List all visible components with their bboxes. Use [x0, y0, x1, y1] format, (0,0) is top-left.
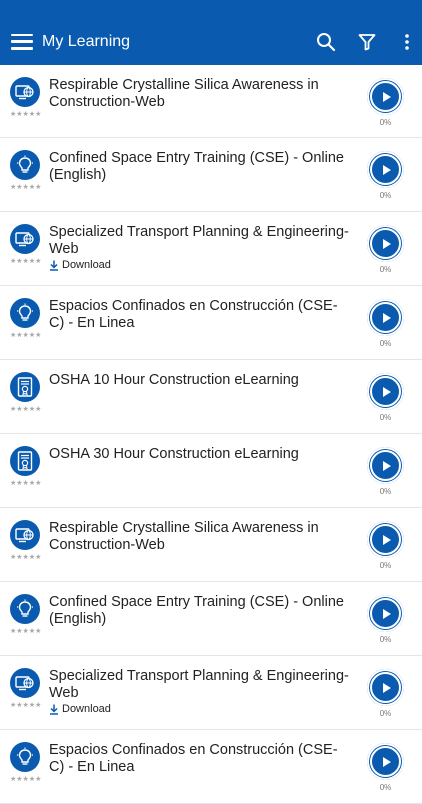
play-icon: [370, 450, 401, 481]
download-link[interactable]: Download: [49, 259, 111, 271]
download-icon: [50, 260, 58, 271]
rating-stars: ★★★★★: [10, 776, 42, 783]
rating-stars: ★★★★★: [10, 628, 42, 635]
course-title[interactable]: Espacios Confinados en Construcción (CSE…: [49, 298, 349, 332]
lightbulb-icon: [10, 742, 40, 772]
play-button[interactable]: [367, 373, 404, 410]
course-title[interactable]: OSHA 10 Hour Construction eLearning: [49, 372, 349, 389]
app-bar: My Learning: [0, 18, 422, 65]
course-title[interactable]: Espacios Confinados en Construcción (CSE…: [49, 742, 349, 776]
status-bar: [0, 0, 422, 18]
progress-percent: 0%: [379, 487, 392, 496]
course-list: ★★★★★ Respirable Crystalline Silica Awar…: [0, 65, 422, 804]
play-icon: [370, 154, 401, 185]
play-icon: [370, 302, 401, 333]
download-link[interactable]: Download: [49, 703, 111, 715]
play-button[interactable]: [367, 299, 404, 336]
progress-percent: 0%: [379, 339, 392, 348]
rating-stars: ★★★★★: [10, 554, 42, 561]
course-row[interactable]: ★★★★★ Espacios Confinados en Construcció…: [0, 286, 422, 360]
lightbulb-icon: [10, 298, 40, 328]
app-bar-actions: [312, 28, 422, 56]
course-title[interactable]: Specialized Transport Planning & Enginee…: [49, 224, 349, 258]
rating-stars: ★★★★★: [10, 332, 42, 339]
download-icon: [50, 704, 58, 715]
play-icon: [370, 524, 401, 555]
course-title[interactable]: Respirable Crystalline Silica Awareness …: [49, 77, 349, 111]
progress-percent: 0%: [379, 191, 392, 200]
play-button[interactable]: [367, 151, 404, 188]
play-button[interactable]: [367, 669, 404, 706]
progress-percent: 0%: [379, 413, 392, 422]
course-row[interactable]: ★★★★★ Respirable Crystalline Silica Awar…: [0, 508, 422, 582]
course-row[interactable]: ★★★★★ OSHA 30 Hour Construction eLearnin…: [0, 434, 422, 508]
lightbulb-icon: [10, 150, 40, 180]
rating-stars: ★★★★★: [10, 258, 42, 265]
progress-percent: 0%: [379, 783, 392, 792]
progress-percent: 0%: [379, 561, 392, 570]
progress-percent: 0%: [379, 118, 392, 127]
course-row[interactable]: ★★★★★ Confined Space Entry Training (CSE…: [0, 582, 422, 656]
course-row[interactable]: ★★★★★ Specialized Transport Planning & E…: [0, 212, 422, 286]
course-title[interactable]: Respirable Crystalline Silica Awareness …: [49, 520, 349, 554]
rating-stars: ★★★★★: [10, 480, 42, 487]
filter-icon[interactable]: [353, 28, 381, 56]
play-button[interactable]: [367, 595, 404, 632]
progress-percent: 0%: [379, 265, 392, 274]
play-icon: [370, 746, 401, 777]
progress-percent: 0%: [379, 635, 392, 644]
more-vertical-icon[interactable]: [393, 28, 421, 56]
play-icon: [370, 228, 401, 259]
play-button[interactable]: [367, 78, 404, 115]
lightbulb-icon: [10, 594, 40, 624]
rating-stars: ★★★★★: [10, 406, 42, 413]
course-title[interactable]: Specialized Transport Planning & Enginee…: [49, 668, 349, 702]
progress-percent: 0%: [379, 709, 392, 718]
play-button[interactable]: [367, 447, 404, 484]
course-row[interactable]: ★★★★★ Espacios Confinados en Construcció…: [0, 730, 422, 804]
hamburger-menu-icon[interactable]: [11, 33, 33, 50]
play-button[interactable]: [367, 225, 404, 262]
play-icon: [370, 672, 401, 703]
certificate-icon: [10, 372, 40, 402]
page-title: My Learning: [42, 32, 131, 50]
play-icon: [370, 81, 401, 112]
web-course-icon: [10, 668, 40, 698]
course-row[interactable]: ★★★★★ OSHA 10 Hour Construction eLearnin…: [0, 360, 422, 434]
certificate-icon: [10, 446, 40, 476]
play-icon: [370, 598, 401, 629]
rating-stars: ★★★★★: [10, 111, 42, 118]
rating-stars: ★★★★★: [10, 184, 42, 191]
download-label: Download: [62, 259, 111, 271]
course-title[interactable]: OSHA 30 Hour Construction eLearning: [49, 446, 349, 463]
course-row[interactable]: ★★★★★ Confined Space Entry Training (CSE…: [0, 138, 422, 212]
rating-stars: ★★★★★: [10, 702, 42, 709]
course-row[interactable]: ★★★★★ Respirable Crystalline Silica Awar…: [0, 65, 422, 138]
course-title[interactable]: Confined Space Entry Training (CSE) - On…: [49, 594, 349, 628]
download-label: Download: [62, 703, 111, 715]
course-row[interactable]: ★★★★★ Specialized Transport Planning & E…: [0, 656, 422, 730]
web-course-icon: [10, 77, 40, 107]
play-button[interactable]: [367, 743, 404, 780]
search-icon[interactable]: [312, 28, 340, 56]
web-course-icon: [10, 520, 40, 550]
web-course-icon: [10, 224, 40, 254]
play-icon: [370, 376, 401, 407]
play-button[interactable]: [367, 521, 404, 558]
course-title[interactable]: Confined Space Entry Training (CSE) - On…: [49, 150, 349, 184]
